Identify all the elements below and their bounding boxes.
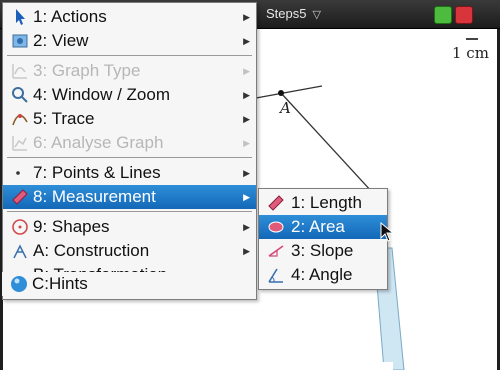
- menu-item-measurement[interactable]: 8: Measurement ▶: [3, 185, 256, 209]
- construction-icon: [13, 244, 27, 259]
- menu-item-label: 6: Analyse Graph: [33, 133, 164, 152]
- measurement-submenu: 1: Length 2: Area 3: Slope 4: Angle: [258, 188, 388, 290]
- menu-divider: [7, 157, 252, 158]
- chevron-right-icon: ▶: [243, 192, 250, 202]
- chevron-right-icon: ▶: [243, 138, 250, 148]
- chevron-right-icon: ▶: [243, 222, 250, 232]
- callout-base: [341, 362, 393, 370]
- ruler-icon: [268, 195, 284, 211]
- main-menu: 1: Actions ▶ 2: View ▶ 3: Graph Type ▶ 4…: [2, 2, 257, 300]
- submenu-item-angle[interactable]: 4: Angle: [259, 263, 387, 287]
- scale-bar: [466, 38, 478, 40]
- menu-divider: [7, 55, 252, 56]
- menu-item-label: 7: Points & Lines: [33, 163, 161, 182]
- measurement-icon: [12, 189, 28, 205]
- zoom-icon: [12, 87, 28, 103]
- hints-icon: [11, 276, 27, 292]
- menu-item-label: 9: Shapes: [33, 217, 110, 236]
- submenu-item-label: 1: Length: [291, 193, 362, 212]
- shapes-icon: [12, 219, 28, 235]
- menu-item-analyse-graph: 6: Analyse Graph ▶: [3, 131, 256, 155]
- menu-item-label: 2: View: [33, 31, 89, 50]
- chevron-right-icon: ▶: [243, 36, 250, 46]
- menu-item-hints-visible[interactable]: C:Hints: [2, 272, 255, 296]
- point-a[interactable]: [278, 90, 284, 96]
- trace-icon: [12, 114, 28, 126]
- menu-item-label: C:Hints: [32, 274, 88, 293]
- angle-icon: [268, 268, 283, 283]
- menu-item-label: 4: Window / Zoom: [33, 85, 170, 104]
- chevron-right-icon: ▶: [243, 90, 250, 100]
- slope-icon: [268, 245, 284, 257]
- pointer-icon: [16, 9, 25, 25]
- chevron-right-icon: ▶: [243, 246, 250, 256]
- menu-item-label: 1: Actions: [33, 7, 107, 26]
- submenu-item-slope[interactable]: 3: Slope: [259, 239, 387, 263]
- chevron-right-icon: ▶: [243, 12, 250, 22]
- menu-item-label: 5: Trace: [33, 109, 95, 128]
- chevron-right-icon: ▶: [243, 114, 250, 124]
- mouse-cursor-icon: [380, 222, 395, 242]
- graph-type-icon: [12, 64, 27, 79]
- chevron-right-icon: ▶: [243, 66, 250, 76]
- menu-item-actions[interactable]: 1: Actions ▶: [3, 5, 256, 29]
- menu-divider: [7, 211, 252, 212]
- menu-item-label: A: Construction: [33, 241, 150, 260]
- menu-item-trace[interactable]: 5: Trace ▶: [3, 107, 256, 131]
- view-icon: [12, 34, 28, 48]
- area-icon: [268, 221, 284, 233]
- line-segment[interactable]: [255, 85, 323, 99]
- menu-item-label: 3: Graph Type: [33, 61, 141, 80]
- analyse-graph-icon: [12, 136, 27, 151]
- submenu-item-length[interactable]: 1: Length: [259, 191, 387, 215]
- menu-item-view[interactable]: 2: View ▶: [3, 29, 256, 53]
- scale-label: 1 cm: [452, 44, 489, 62]
- submenu-item-label: 4: Angle: [291, 265, 353, 284]
- chevron-right-icon: ▶: [243, 168, 250, 178]
- menu-item-window-zoom[interactable]: 4: Window / Zoom ▶: [3, 83, 256, 107]
- point-label: A: [280, 99, 291, 117]
- menu-item-label: 8: Measurement: [33, 187, 156, 206]
- submenu-item-area[interactable]: 2: Area: [259, 215, 387, 239]
- menu-item-construction[interactable]: A: Construction ▶: [3, 239, 256, 263]
- menu-item-points-lines[interactable]: 7: Points & Lines ▶: [3, 161, 256, 185]
- menu-item-shapes[interactable]: 9: Shapes ▶: [3, 215, 256, 239]
- submenu-item-label: 3: Slope: [291, 241, 354, 260]
- submenu-item-label: 2: Area: [291, 217, 345, 236]
- menu-item-graph-type: 3: Graph Type ▶: [3, 59, 256, 83]
- points-lines-icon: [16, 171, 20, 175]
